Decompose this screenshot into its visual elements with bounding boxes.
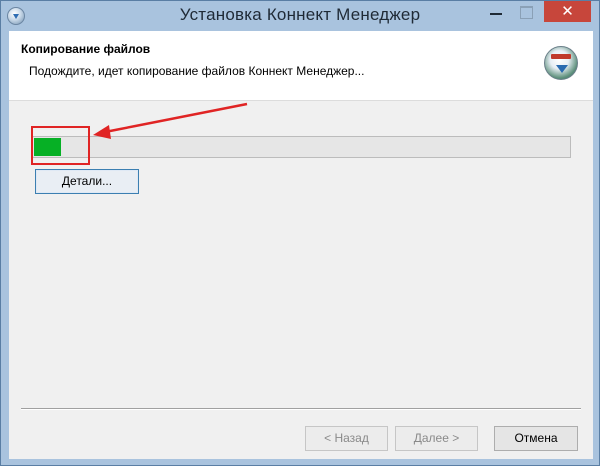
back-button[interactable]: < Назад bbox=[305, 426, 388, 451]
installer-window: Установка Коннект Менеджер ✕ Копирование… bbox=[0, 0, 600, 466]
annotation-arrow-line bbox=[104, 102, 248, 134]
details-button[interactable]: Детали... bbox=[35, 169, 139, 194]
progress-bar bbox=[32, 136, 571, 158]
minimize-button[interactable] bbox=[481, 1, 511, 22]
page-title: Копирование файлов bbox=[21, 42, 151, 56]
download-arrow-icon bbox=[556, 65, 568, 73]
next-button[interactable]: Далее > bbox=[395, 426, 478, 451]
title-bar[interactable]: Установка Коннект Менеджер ✕ bbox=[1, 1, 599, 31]
installer-logo-icon bbox=[544, 46, 578, 80]
annotation-highlight-box bbox=[31, 126, 90, 165]
wizard-header: Копирование файлов Подождите, идет копир… bbox=[9, 31, 593, 101]
logo-band bbox=[551, 54, 571, 59]
page-subtitle: Подождите, идет копирование файлов Конне… bbox=[29, 64, 365, 78]
footer-divider bbox=[21, 408, 581, 410]
maximize-button bbox=[511, 1, 541, 22]
cancel-button[interactable]: Отмена bbox=[494, 426, 578, 451]
close-button[interactable]: ✕ bbox=[544, 1, 591, 22]
wizard-body: Копирование файлов Подождите, идет копир… bbox=[9, 31, 593, 459]
